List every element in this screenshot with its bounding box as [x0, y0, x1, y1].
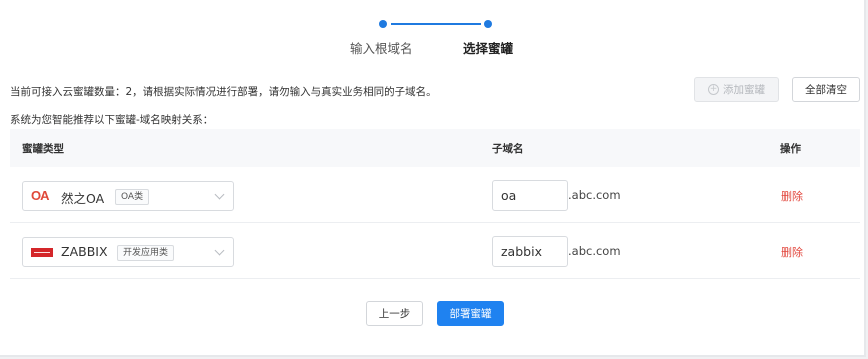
previous-step-button[interactable]: 上一步: [366, 301, 423, 326]
zabbix-logo: [31, 248, 53, 257]
delete-link[interactable]: 删除: [781, 188, 803, 204]
table-row: ZABBIX 开发应用类 zabbix .abc.com 删除: [10, 223, 860, 279]
step2-dot: [484, 20, 492, 28]
domain-suffix: .abc.com: [568, 244, 621, 258]
step1-label: 输入根域名: [350, 41, 413, 56]
deploy-honeypot-panel: 输入根域名 选择蜜罐 当前可接入云蜜罐数量：2，请根据实际情况进行部署，请勿输入…: [0, 0, 866, 357]
step-indicator: 输入根域名 选择蜜罐: [340, 16, 540, 56]
honeypot-name: 然之OA: [61, 191, 105, 206]
header-subdomain: 子域名: [492, 143, 524, 155]
oa-logo: OA: [31, 188, 50, 203]
domain-suffix: .abc.com: [568, 188, 621, 202]
plus-circle-icon: +: [708, 84, 719, 95]
chevron-down-icon: [214, 189, 225, 200]
add-honeypot-button[interactable]: + 添加蜜罐: [694, 77, 779, 102]
chevron-down-icon: [214, 245, 225, 256]
category-tag: 开发应用类: [117, 245, 175, 261]
deploy-honeypot-button[interactable]: 部署蜜罐: [437, 301, 504, 326]
clear-all-button[interactable]: 全部清空: [792, 77, 860, 102]
subdomain-input[interactable]: oa: [492, 180, 568, 211]
header-honeypot-type: 蜜罐类型: [22, 143, 64, 155]
recommendation-info-text: 系统为您智能推荐以下蜜罐-域名映射关系：: [10, 114, 214, 126]
add-honeypot-label: 添加蜜罐: [723, 84, 765, 96]
table-header: 蜜罐类型 子域名 操作: [10, 129, 860, 167]
honeypot-type-select[interactable]: ZABBIX 开发应用类: [22, 237, 234, 267]
table-row: OA 然之OA OA类 oa .abc.com 删除: [10, 167, 860, 223]
step1-dot: [379, 20, 387, 28]
quota-info-text: 当前可接入云蜜罐数量：2，请根据实际情况进行部署，请勿输入与真实业务相同的子域名…: [10, 86, 437, 98]
category-tag: OA类: [115, 189, 150, 205]
delete-link[interactable]: 删除: [781, 244, 803, 260]
subdomain-input[interactable]: zabbix: [492, 236, 568, 267]
honeypot-name: ZABBIX: [61, 244, 108, 259]
header-action: 操作: [780, 143, 801, 155]
step-connector: [391, 23, 481, 25]
honeypot-type-select[interactable]: OA 然之OA OA类: [22, 181, 234, 211]
step2-label: 选择蜜罐: [463, 41, 514, 56]
